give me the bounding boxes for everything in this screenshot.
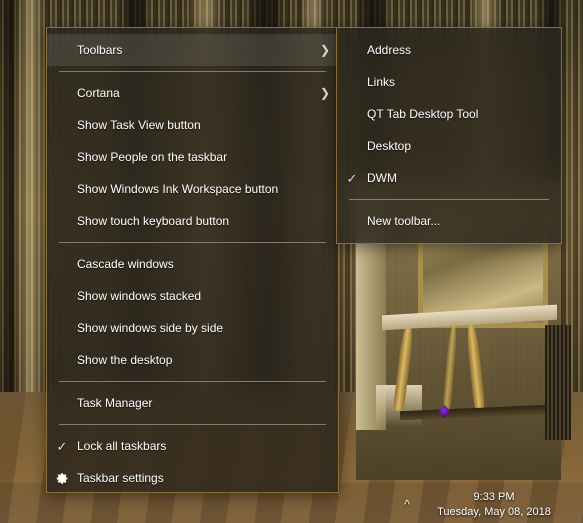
menu-item-label: Address [367, 43, 412, 57]
submenu-item-address[interactable]: Address [337, 34, 561, 66]
submenu-item-qt-tab-desktop-tool[interactable]: QT Tab Desktop Tool [337, 98, 561, 130]
menu-item-label: Toolbars [77, 43, 123, 57]
menu-item-label: Show Task View button [77, 118, 201, 132]
menu-item-show-task-view-button[interactable]: Show Task View button [47, 109, 338, 141]
chevron-up-icon[interactable]: ^ [398, 496, 416, 514]
chevron-right-icon: ❯ [319, 86, 331, 100]
menu-item-label: Desktop [367, 139, 412, 153]
submenu-item-dwm[interactable]: ✓ DWM [337, 162, 561, 194]
menu-item-label: Show the desktop [77, 353, 173, 367]
taskbar-context-menu[interactable]: Toolbars ❯ Cortana ❯ Show Task View butt… [46, 27, 339, 493]
menu-item-label: QT Tab Desktop Tool [367, 107, 479, 121]
menu-separator [59, 424, 326, 425]
clock-date: Tuesday, May 08, 2018 [437, 506, 551, 518]
menu-item-label: Show People on the taskbar [77, 150, 228, 164]
menu-item-label: Show windows side by side [77, 321, 224, 335]
wallpaper-radiator [545, 325, 571, 440]
menu-item-label: Task Manager [77, 396, 153, 410]
menu-item-show-windows-stacked[interactable]: Show windows stacked [47, 280, 338, 312]
menu-item-show-windows-ink-workspace-button[interactable]: Show Windows Ink Workspace button [47, 173, 338, 205]
menu-item-lock-all-taskbars[interactable]: ✓ Lock all taskbars [47, 430, 338, 462]
wallpaper-pillar [0, 0, 18, 392]
checkmark-icon: ✓ [346, 170, 358, 186]
submenu-item-desktop[interactable]: Desktop [337, 130, 561, 162]
menu-item-show-touch-keyboard-button[interactable]: Show touch keyboard button [47, 205, 338, 237]
menu-item-label: Cascade windows [77, 257, 174, 271]
menu-item-label: Links [367, 75, 396, 89]
menu-item-show-windows-side-by-side[interactable]: Show windows side by side [47, 312, 338, 344]
menu-item-gutter [47, 472, 77, 485]
menu-item-cascade-windows[interactable]: Cascade windows [47, 248, 338, 280]
menu-item-label: DWM [367, 171, 397, 185]
clock-time: 9:33 PM [473, 491, 515, 503]
menu-item-label: Show touch keyboard button [77, 214, 230, 228]
menu-item-cortana[interactable]: Cortana ❯ [47, 77, 338, 109]
menu-item-label: Show Windows Ink Workspace button [77, 182, 279, 196]
menu-item-toolbars[interactable]: Toolbars ❯ [47, 34, 338, 66]
menu-item-show-people-on-the-taskbar[interactable]: Show People on the taskbar [47, 141, 338, 173]
wallpaper-pillar [18, 0, 44, 392]
menu-item-label: New toolbar... [367, 214, 441, 228]
menu-separator [59, 242, 326, 243]
menu-item-label: Show windows stacked [77, 289, 202, 303]
menu-separator [59, 381, 326, 382]
taskbar-clock[interactable]: 9:33 PM Tuesday, May 08, 2018 [419, 490, 569, 520]
menu-item-taskbar-settings[interactable]: Taskbar settings [47, 462, 338, 494]
menu-separator [59, 71, 326, 72]
chevron-right-icon: ❯ [319, 43, 331, 57]
menu-item-task-manager[interactable]: Task Manager [47, 387, 338, 419]
menu-item-gutter: ✓ [337, 172, 367, 185]
menu-separator [349, 199, 549, 200]
menu-item-label: Taskbar settings [77, 471, 164, 485]
submenu-item-links[interactable]: Links [337, 66, 561, 98]
menu-item-label: Lock all taskbars [77, 439, 167, 453]
gear-icon [56, 472, 69, 485]
menu-item-show-the-desktop[interactable]: Show the desktop [47, 344, 338, 376]
menu-item-label: Cortana [77, 86, 120, 100]
submenu-item-new-toolbar[interactable]: New toolbar... [337, 205, 561, 237]
desktop-screen: ^ 9:33 PM Tuesday, May 08, 2018 Toolbars… [0, 0, 583, 523]
menu-item-gutter: ✓ [47, 440, 77, 453]
checkmark-icon: ✓ [56, 438, 68, 454]
toolbars-submenu[interactable]: Address Links QT Tab Desktop Tool Deskto… [336, 27, 562, 244]
